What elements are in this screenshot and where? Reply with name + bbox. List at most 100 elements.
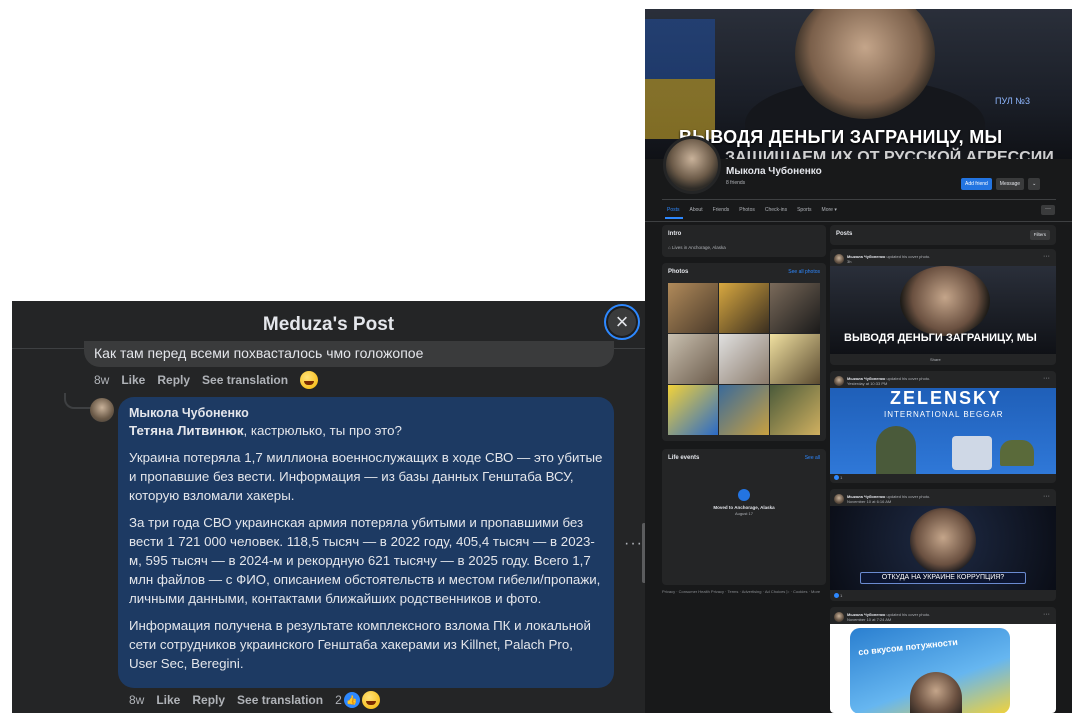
post-image-text: ZELENSKY: [890, 388, 1003, 408]
photo-thumbnail[interactable]: [719, 283, 769, 333]
photo-thumbnail[interactable]: [668, 334, 718, 384]
cover-photo[interactable]: ПУЛ №3 ВЫВОДЯ ДЕНЬГИ ЗАГРАНИЦУ, МЫ ЗАЩИЩ…: [645, 9, 1072, 159]
post-action: updated his cover photo.: [886, 494, 931, 499]
comment-more-options-icon[interactable]: ···: [624, 535, 643, 553]
photo-grid: [668, 283, 820, 435]
reaction-summary[interactable]: 1: [834, 593, 842, 599]
tab-friends[interactable]: Friends: [713, 207, 730, 213]
like-reaction-icon: [834, 593, 839, 599]
tab-about[interactable]: About: [690, 207, 703, 213]
post-header: Мыкола Чубоненко updated his cover photo…: [834, 253, 930, 265]
photo-thumbnail[interactable]: [668, 283, 718, 333]
tab-posts[interactable]: Posts: [667, 207, 680, 213]
reaction-summary[interactable]: 1: [834, 475, 843, 481]
profile-name: Мыкола Чубоненко: [726, 166, 822, 177]
post-image-helmet: [1000, 440, 1034, 466]
profile-avatar[interactable]: [663, 136, 721, 194]
tab-check-ins[interactable]: Check-ins: [765, 207, 787, 213]
mention-link[interactable]: Тетяна Литвинюк: [129, 423, 243, 438]
photo-thumbnail[interactable]: [770, 283, 820, 333]
post-time[interactable]: 3h: [847, 259, 851, 264]
photo-thumbnail[interactable]: [770, 385, 820, 435]
post-image-subtext: INTERNATIONAL BEGGAR: [884, 410, 1004, 419]
see-translation-link[interactable]: See translation: [202, 373, 288, 387]
post-time[interactable]: November 10 at 6:16 AM: [847, 499, 891, 504]
life-event-date: August 17: [734, 511, 753, 516]
divider: [662, 199, 1056, 200]
like-button[interactable]: Like: [121, 373, 145, 387]
see-all-photos-link[interactable]: See all photos: [788, 269, 820, 275]
post-time[interactable]: Yesterday at 10:33 PM: [847, 381, 887, 386]
comment-time[interactable]: 8w: [94, 373, 109, 387]
cover-headline: ВЫВОДЯ ДЕНЬГИ ЗАГРАНИЦУ, МЫ: [679, 127, 1003, 147]
post-image[interactable]: со вкусом потужности: [830, 624, 1056, 713]
like-reaction-icon: 👍: [343, 692, 360, 708]
reply-button[interactable]: Reply: [157, 373, 190, 387]
close-button[interactable]: ×: [604, 304, 640, 340]
friends-count[interactable]: 8 friends: [726, 180, 745, 186]
like-button[interactable]: Like: [156, 693, 180, 707]
posts-title: Posts: [836, 231, 853, 237]
message-button[interactable]: Message: [995, 178, 1025, 190]
post-image[interactable]: ZELENSKY INTERNATIONAL BEGGAR: [830, 388, 1056, 474]
post-image-object: [952, 436, 992, 470]
share-button[interactable]: Share: [930, 357, 941, 362]
laughing-emoji-icon: [361, 691, 380, 709]
comment-paragraph-1: Украина потеряла 1,7 миллиона военнослуж…: [129, 450, 603, 503]
photo-thumbnail[interactable]: [719, 334, 769, 384]
post-image-face: [910, 508, 976, 574]
reaction-summary[interactable]: 2 👍: [335, 691, 380, 709]
avatar[interactable]: [90, 398, 114, 422]
reply-comment-bubble: Мыкола Чубоненко Тетяна Литвинюк, кастрю…: [118, 397, 614, 688]
avatar[interactable]: [834, 494, 844, 504]
see-all-life-events-link[interactable]: See all: [805, 455, 820, 461]
add-friend-button[interactable]: Add friend: [961, 178, 992, 190]
post-time[interactable]: November 10 at 7:24 AM: [847, 617, 891, 622]
post-meta: Мыкола Чубоненко updated his cover photo…: [847, 494, 930, 504]
reaction-count: 1: [840, 475, 843, 480]
comment-time[interactable]: 8w: [129, 693, 144, 707]
facebook-profile: ПУЛ №3 ВЫВОДЯ ДЕНЬГИ ЗАГРАНИЦУ, МЫ ЗАЩИЩ…: [645, 9, 1072, 713]
post-modal: Meduza's Post × Как там перед всеми похв…: [12, 301, 645, 713]
post-options-icon[interactable]: ···: [1043, 611, 1050, 618]
avatar[interactable]: [834, 376, 844, 386]
post-card: Мыкола Чубоненко updated his cover photo…: [830, 249, 1056, 365]
post-options-icon[interactable]: ···: [1043, 493, 1050, 500]
life-event-text: Moved to Anchorage, Alaska: [713, 505, 775, 510]
filters-button[interactable]: Filters: [1029, 230, 1050, 240]
post-image-text: ОТКУДА НА УКРАИНЕ КОРРУПЦИЯ?: [860, 572, 1026, 584]
tab-photos[interactable]: Photos: [739, 207, 755, 213]
reply-button[interactable]: Reply: [192, 693, 225, 707]
avatar[interactable]: [834, 612, 844, 622]
reply-comment-actions: 8w Like Reply See translation 2 👍: [129, 691, 380, 709]
tabs-more-button[interactable]: ···: [1041, 205, 1055, 215]
comment-paragraph-3: Информация получена в результате комплек…: [129, 618, 591, 671]
photo-thumbnail[interactable]: [668, 385, 718, 435]
previous-comment-text: Как там перед всеми похвасталось чмо гол…: [94, 345, 424, 361]
see-translation-link[interactable]: See translation: [237, 693, 323, 707]
post-image[interactable]: ВЫВОДЯ ДЕНЬГИ ЗАГРАНИЦУ, МЫ: [830, 266, 1056, 354]
tab-sports[interactable]: Sports: [797, 207, 811, 213]
post-action: updated his cover photo.: [886, 612, 931, 617]
intro-location-text: Lives in Anchorage, Alaska: [671, 245, 726, 250]
photo-thumbnail[interactable]: [719, 385, 769, 435]
post-header: Мыкола Чубоненко updated his cover photo…: [834, 375, 930, 387]
footer-links[interactable]: Privacy · Consumer Health Privacy · Term…: [662, 589, 826, 595]
post-author[interactable]: Мыкола Чубоненко: [847, 254, 885, 259]
previous-comment-actions: 8w Like Reply See translation: [94, 371, 319, 389]
chevron-down-icon[interactable]: ⌄: [1028, 178, 1041, 190]
photo-thumbnail[interactable]: [770, 334, 820, 384]
post-options-icon[interactable]: ···: [1043, 253, 1050, 260]
previous-comment-bubble: Как там перед всеми похвасталось чмо гол…: [84, 341, 614, 367]
modal-title: Meduza's Post: [262, 313, 395, 335]
active-tab-indicator: [665, 217, 683, 219]
post-image[interactable]: ОТКУДА НА УКРАИНЕ КОРРУПЦИЯ?: [830, 506, 1056, 590]
life-events-title: Life events: [668, 455, 700, 461]
life-event[interactable]: Moved to Anchorage, Alaska August 17: [662, 489, 826, 516]
post-header: Мыкола Чубоненко updated his cover photo…: [834, 611, 930, 623]
tab-more[interactable]: More ▾: [822, 207, 837, 213]
post-options-icon[interactable]: ···: [1043, 375, 1050, 382]
laughing-emoji-icon[interactable]: [300, 371, 319, 389]
comment-author[interactable]: Мыкола Чубоненко: [129, 405, 603, 421]
avatar[interactable]: [834, 254, 844, 264]
